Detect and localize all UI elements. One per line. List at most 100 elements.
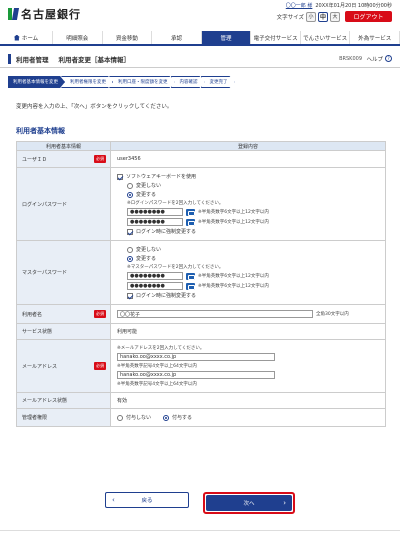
master-pw-change-radio[interactable]	[127, 255, 133, 262]
nav-statements[interactable]: 明細照会	[53, 31, 103, 44]
keyboard-icon[interactable]	[186, 282, 195, 290]
row-email-status: メールアドレス状態 有効	[16, 392, 386, 409]
admin-off-radio[interactable]	[117, 414, 123, 421]
header: 名古屋銀行 〇〇一郎 様 20XX年01月20日 10時00分00秒 文字サイズ…	[0, 0, 400, 30]
nav-e-delivery[interactable]: 電子交付サービス	[251, 31, 301, 44]
email-status-value: 有効	[110, 392, 386, 409]
master-pw-nochange-option[interactable]: 変更しない	[117, 246, 379, 253]
chevron-right-icon: ›	[283, 499, 286, 507]
software-keyboard-option[interactable]: ソフトウェアキーボードを使用	[117, 173, 379, 180]
back-button-label: 戻る	[141, 498, 153, 504]
font-size-label: 文字サイズ	[276, 14, 304, 21]
nav-forex[interactable]: 外為サービス	[350, 31, 400, 44]
step-basic-info: 利用者基本情報を変更	[8, 76, 65, 88]
email-confirm-input[interactable]: hanako.oo@xxxx.co.jp	[117, 371, 275, 379]
email-input[interactable]: hanako.oo@xxxx.co.jp	[117, 353, 275, 361]
nav-management[interactable]: 管理	[201, 31, 252, 44]
pw-rule: ※半角英数字6文字以上12文字以内	[198, 284, 269, 289]
label-cell: 利用者名 必須	[16, 304, 111, 324]
nav-home[interactable]: ホーム	[0, 31, 53, 44]
keyboard-icon[interactable]	[186, 272, 195, 280]
user-name-rule: 全角30文字以内	[316, 312, 349, 317]
service-status-label: サービス状態	[22, 329, 53, 335]
software-keyboard-checkbox[interactable]	[117, 173, 123, 180]
required-badge: 必須	[94, 362, 106, 370]
user-name-input[interactable]: 〇〇花子	[117, 310, 313, 318]
next-button-highlight: 次へ ›	[203, 492, 295, 514]
pw-rule: ※半角英数字6文字以上12文字以内	[198, 210, 269, 215]
home-icon	[13, 34, 20, 41]
label-cell: 管理者権限	[16, 408, 111, 427]
nav-approval[interactable]: 承認	[152, 31, 202, 44]
email-note: ※メールアドレスを2回入力してください。	[117, 346, 205, 351]
bank-name: 名古屋銀行	[21, 8, 81, 21]
help-link[interactable]: ヘルプ ?	[366, 55, 392, 63]
pw-rule: ※半角英数字6文字以上12文字以内	[198, 274, 269, 279]
row-login-password: ログインパスワード ソフトウェアキーボードを使用 変更しない 変更する ※ログイ…	[16, 167, 386, 241]
page-title: 利用者変更［基本情報］	[58, 55, 131, 64]
value-cell: ソフトウェアキーボードを使用 変更しない 変更する ※ログインパスワードを2回入…	[110, 167, 386, 241]
keyboard-icon[interactable]	[186, 218, 195, 226]
font-size-bar: 文字サイズ 小 中 大 ログアウト	[277, 11, 392, 22]
bank-logo: 名古屋銀行	[8, 6, 81, 22]
pw-rule: ※半角英数字6文字以上12文字以内	[198, 220, 269, 225]
master-pw-row-2: ●●●●●●●● ※半角英数字6文字以上12文字以内	[117, 282, 379, 290]
email-status-label: メールアドレス状態	[22, 398, 68, 404]
master-pw-nochange-radio[interactable]	[127, 246, 133, 253]
login-force-change-checkbox[interactable]	[127, 228, 133, 235]
login-force-change-label: ログイン時に強制変更する	[136, 229, 197, 235]
admin-on-label: 付与する	[172, 415, 193, 421]
label-cell: サービス状態	[16, 323, 111, 340]
help-label: ヘルプ	[366, 56, 383, 63]
master-pw-change-label: 変更する	[136, 256, 157, 262]
login-pw-nochange-radio[interactable]	[127, 182, 133, 189]
master-force-change-option[interactable]: ログイン時に強制変更する	[117, 292, 379, 299]
master-pw-note: ※マスターパスワードを2回入力してください。	[127, 265, 224, 270]
login-force-change-option[interactable]: ログイン時に強制変更する	[117, 228, 379, 235]
login-pw-nochange-option[interactable]: 変更しない	[117, 182, 379, 189]
font-size-medium-button[interactable]: 中	[318, 11, 328, 22]
keyboard-icon[interactable]	[186, 208, 195, 216]
label-cell: ユーザＩＤ 必須	[16, 150, 111, 168]
step-accounts-limits: 利用口座・限度額を変更	[109, 76, 175, 88]
logout-button[interactable]: ログアウト	[345, 11, 392, 22]
table-header-row: 利用者基本情報 登録内容	[16, 141, 386, 151]
login-pw-change-radio[interactable]	[127, 191, 133, 198]
login-pw-change-option[interactable]: 変更する	[117, 191, 379, 198]
user-id-label: ユーザＩＤ	[22, 156, 47, 163]
master-password-input[interactable]: ●●●●●●●●	[127, 272, 183, 280]
user-name-label: 利用者名	[22, 311, 43, 318]
master-pw-change-option[interactable]: 変更する	[117, 255, 379, 262]
login-password-input[interactable]: ●●●●●●●●	[127, 208, 183, 216]
back-button[interactable]: ‹ 戻る	[105, 492, 189, 508]
col-header-key: 利用者基本情報	[16, 141, 111, 151]
col-header-value: 登録内容	[110, 141, 386, 151]
master-pw-nochange-label: 変更しない	[136, 247, 162, 253]
login-password-confirm-input[interactable]: ●●●●●●●●	[127, 218, 183, 226]
user-info-table: 利用者基本情報 登録内容 ユーザＩＤ 必須 user3456 ログインパスワード …	[16, 141, 386, 427]
label-cell: メールアドレス状態	[16, 392, 111, 409]
title-bar: 利用者管理 利用者変更［基本情報］ BRSK009 ヘルプ ?	[0, 50, 400, 68]
next-button-label: 次へ	[243, 501, 255, 507]
next-button[interactable]: 次へ ›	[206, 495, 292, 511]
row-email: メールアドレス 必須 ※メールアドレスを2回入力してください。 hanako.oo…	[16, 339, 386, 393]
user-info: 〇〇一郎 様 20XX年01月20日 10時00分00秒	[286, 2, 392, 9]
chevron-left-icon: ‹	[112, 496, 115, 504]
label-cell: メールアドレス 必須	[16, 339, 111, 393]
login-pw-nochange-label: 変更しない	[136, 183, 162, 189]
master-pw-row-1: ●●●●●●●● ※半角英数字6文字以上12文字以内	[117, 272, 379, 280]
master-password-confirm-input[interactable]: ●●●●●●●●	[127, 282, 183, 290]
form-buttons: ‹ 戻る 次へ ›	[0, 492, 400, 514]
font-size-large-button[interactable]: 大	[330, 11, 340, 22]
master-force-change-checkbox[interactable]	[127, 292, 133, 299]
screen-code: BRSK009	[339, 55, 362, 62]
login-password-label: ログインパスワード	[22, 201, 68, 208]
admin-on-radio[interactable]	[163, 414, 170, 421]
title-accent	[8, 53, 11, 64]
login-pw-change-label: 変更する	[136, 192, 157, 198]
font-size-small-button[interactable]: 小	[306, 11, 316, 22]
nav-transfer[interactable]: 資金移動	[103, 31, 153, 44]
admin-permission-label: 管理者権限	[22, 415, 48, 421]
email-rule: ※半角英数字記号4文字以上64文字以内	[117, 364, 197, 369]
nav-densai[interactable]: でんさいサービス	[301, 31, 351, 44]
